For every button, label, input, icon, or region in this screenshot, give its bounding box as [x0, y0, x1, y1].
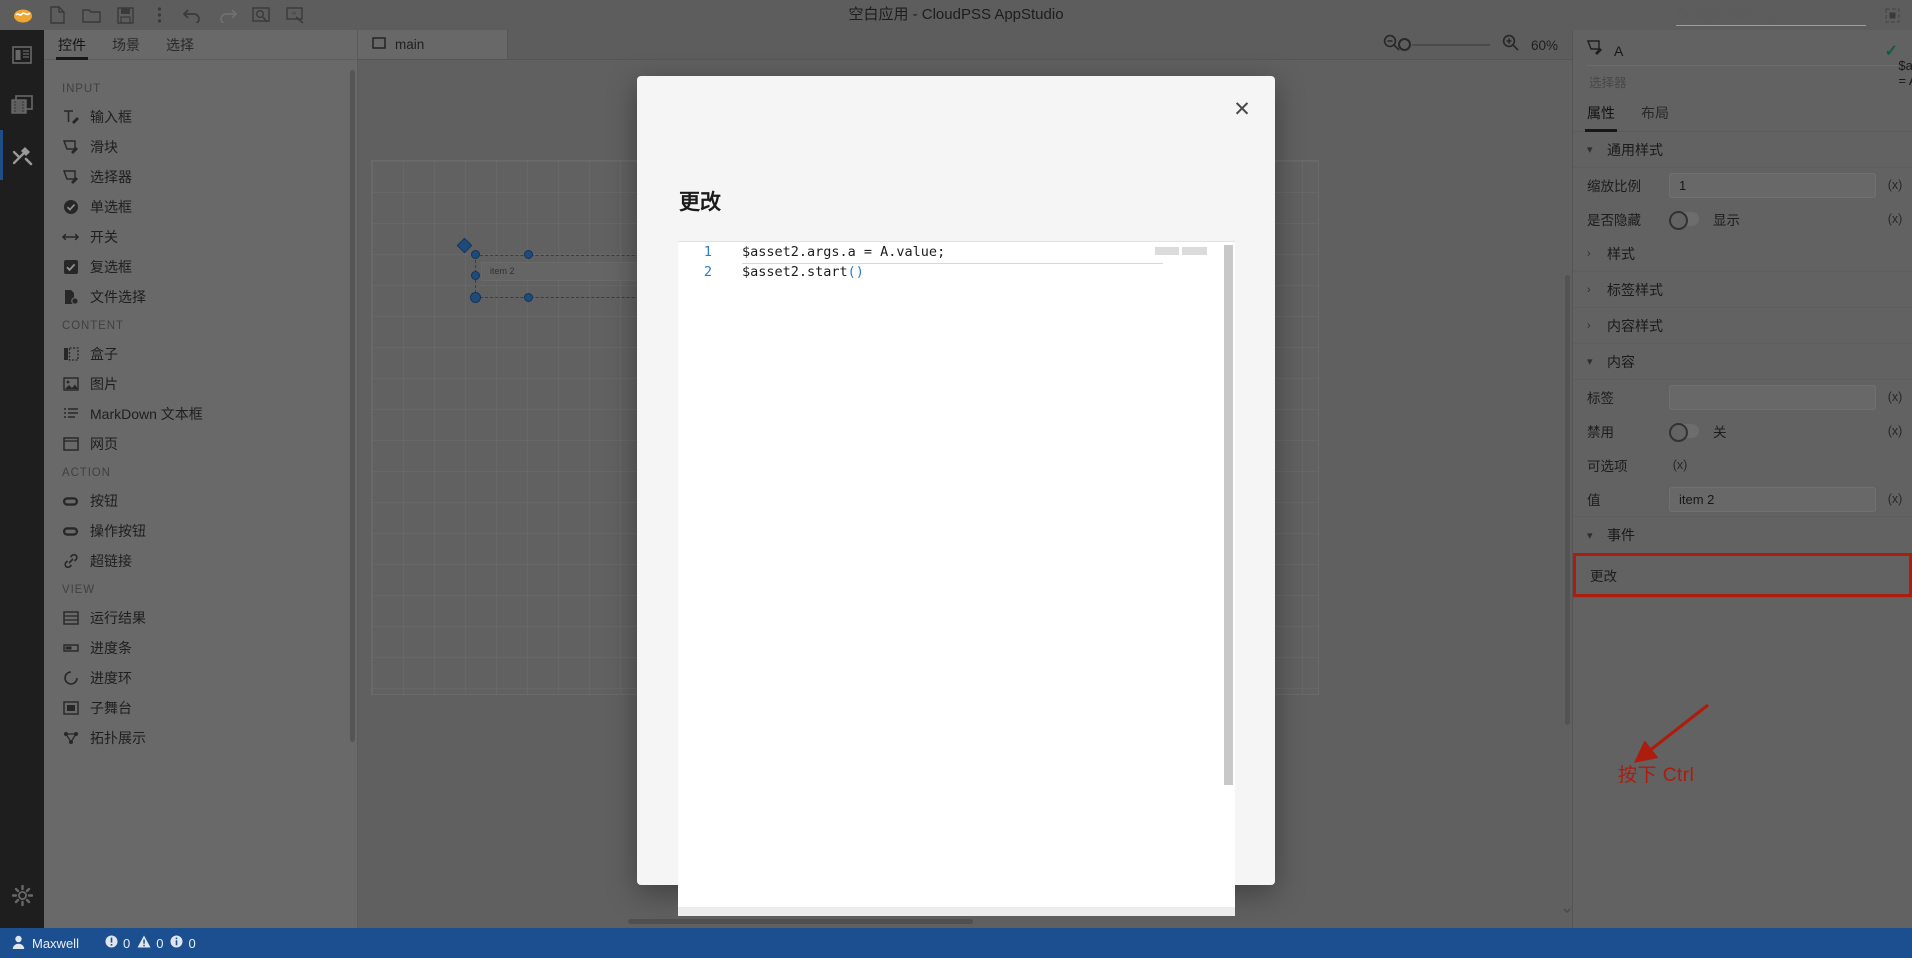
- editor-hscrollbar[interactable]: [678, 907, 1235, 916]
- undo-icon[interactable]: [176, 0, 210, 30]
- active-line-underline: [742, 263, 1163, 264]
- publish-icon[interactable]: ∞: [278, 0, 312, 30]
- status-bar: Maxwell 0 0 0: [0, 928, 1912, 958]
- error-icon: [105, 935, 118, 951]
- warning-count: 0: [156, 936, 163, 951]
- status-counters: 0 0 0: [105, 935, 196, 951]
- change-event-dialog: ✕ 更改 1 $asset2.args.a = A.value; 2 $asse…: [637, 76, 1275, 885]
- error-count: 0: [123, 936, 130, 951]
- close-icon[interactable]: ✕: [1227, 94, 1257, 124]
- preview-icon[interactable]: [244, 0, 278, 30]
- svg-text:∞: ∞: [291, 11, 295, 17]
- dialog-title: 更改: [679, 186, 721, 216]
- more-vertical-icon[interactable]: [142, 0, 176, 30]
- info-count: 0: [188, 936, 195, 951]
- user-icon: [12, 935, 25, 952]
- redo-icon: [210, 0, 244, 30]
- search-input[interactable]: 搜索 (Ctrl + Q): [1676, 4, 1866, 26]
- toolbar-icons: ∞: [6, 0, 312, 30]
- save-icon[interactable]: [108, 0, 142, 30]
- search-icon: [1676, 8, 1690, 22]
- app-root: ∞ 空白应用 - CloudPSS AppStudio 搜索 (Ctrl + Q…: [0, 0, 1912, 958]
- code-line: 2 $asset2.start(): [678, 262, 1235, 282]
- line-number: 2: [678, 262, 718, 282]
- code-line: 1 $asset2.args.a = A.value;: [678, 242, 1235, 262]
- code-text[interactable]: $asset2.args.a = A.value;: [718, 242, 945, 262]
- status-user[interactable]: Maxwell: [12, 935, 79, 952]
- user-name: Maxwell: [32, 936, 79, 951]
- info-icon: [170, 935, 183, 951]
- status-warnings[interactable]: 0: [137, 935, 163, 951]
- line-number: 1: [678, 242, 718, 262]
- open-folder-icon[interactable]: [74, 0, 108, 30]
- new-file-icon[interactable]: [40, 0, 74, 30]
- window-controls[interactable]: [1878, 3, 1906, 27]
- status-infos[interactable]: 0: [170, 935, 195, 951]
- status-errors[interactable]: 0: [105, 935, 130, 951]
- code-parens: (): [848, 264, 864, 280]
- app-logo-icon: [6, 0, 40, 30]
- code-editor[interactable]: 1 $asset2.args.a = A.value; 2 $asset2.st…: [678, 241, 1235, 916]
- code-text: $asset2.start: [742, 264, 848, 280]
- editor-vscrollbar[interactable]: [1224, 245, 1233, 785]
- warning-icon: [137, 935, 151, 951]
- editor-minimap[interactable]: [1155, 247, 1207, 255]
- search-placeholder: 搜索 (Ctrl + Q): [1696, 5, 1779, 24]
